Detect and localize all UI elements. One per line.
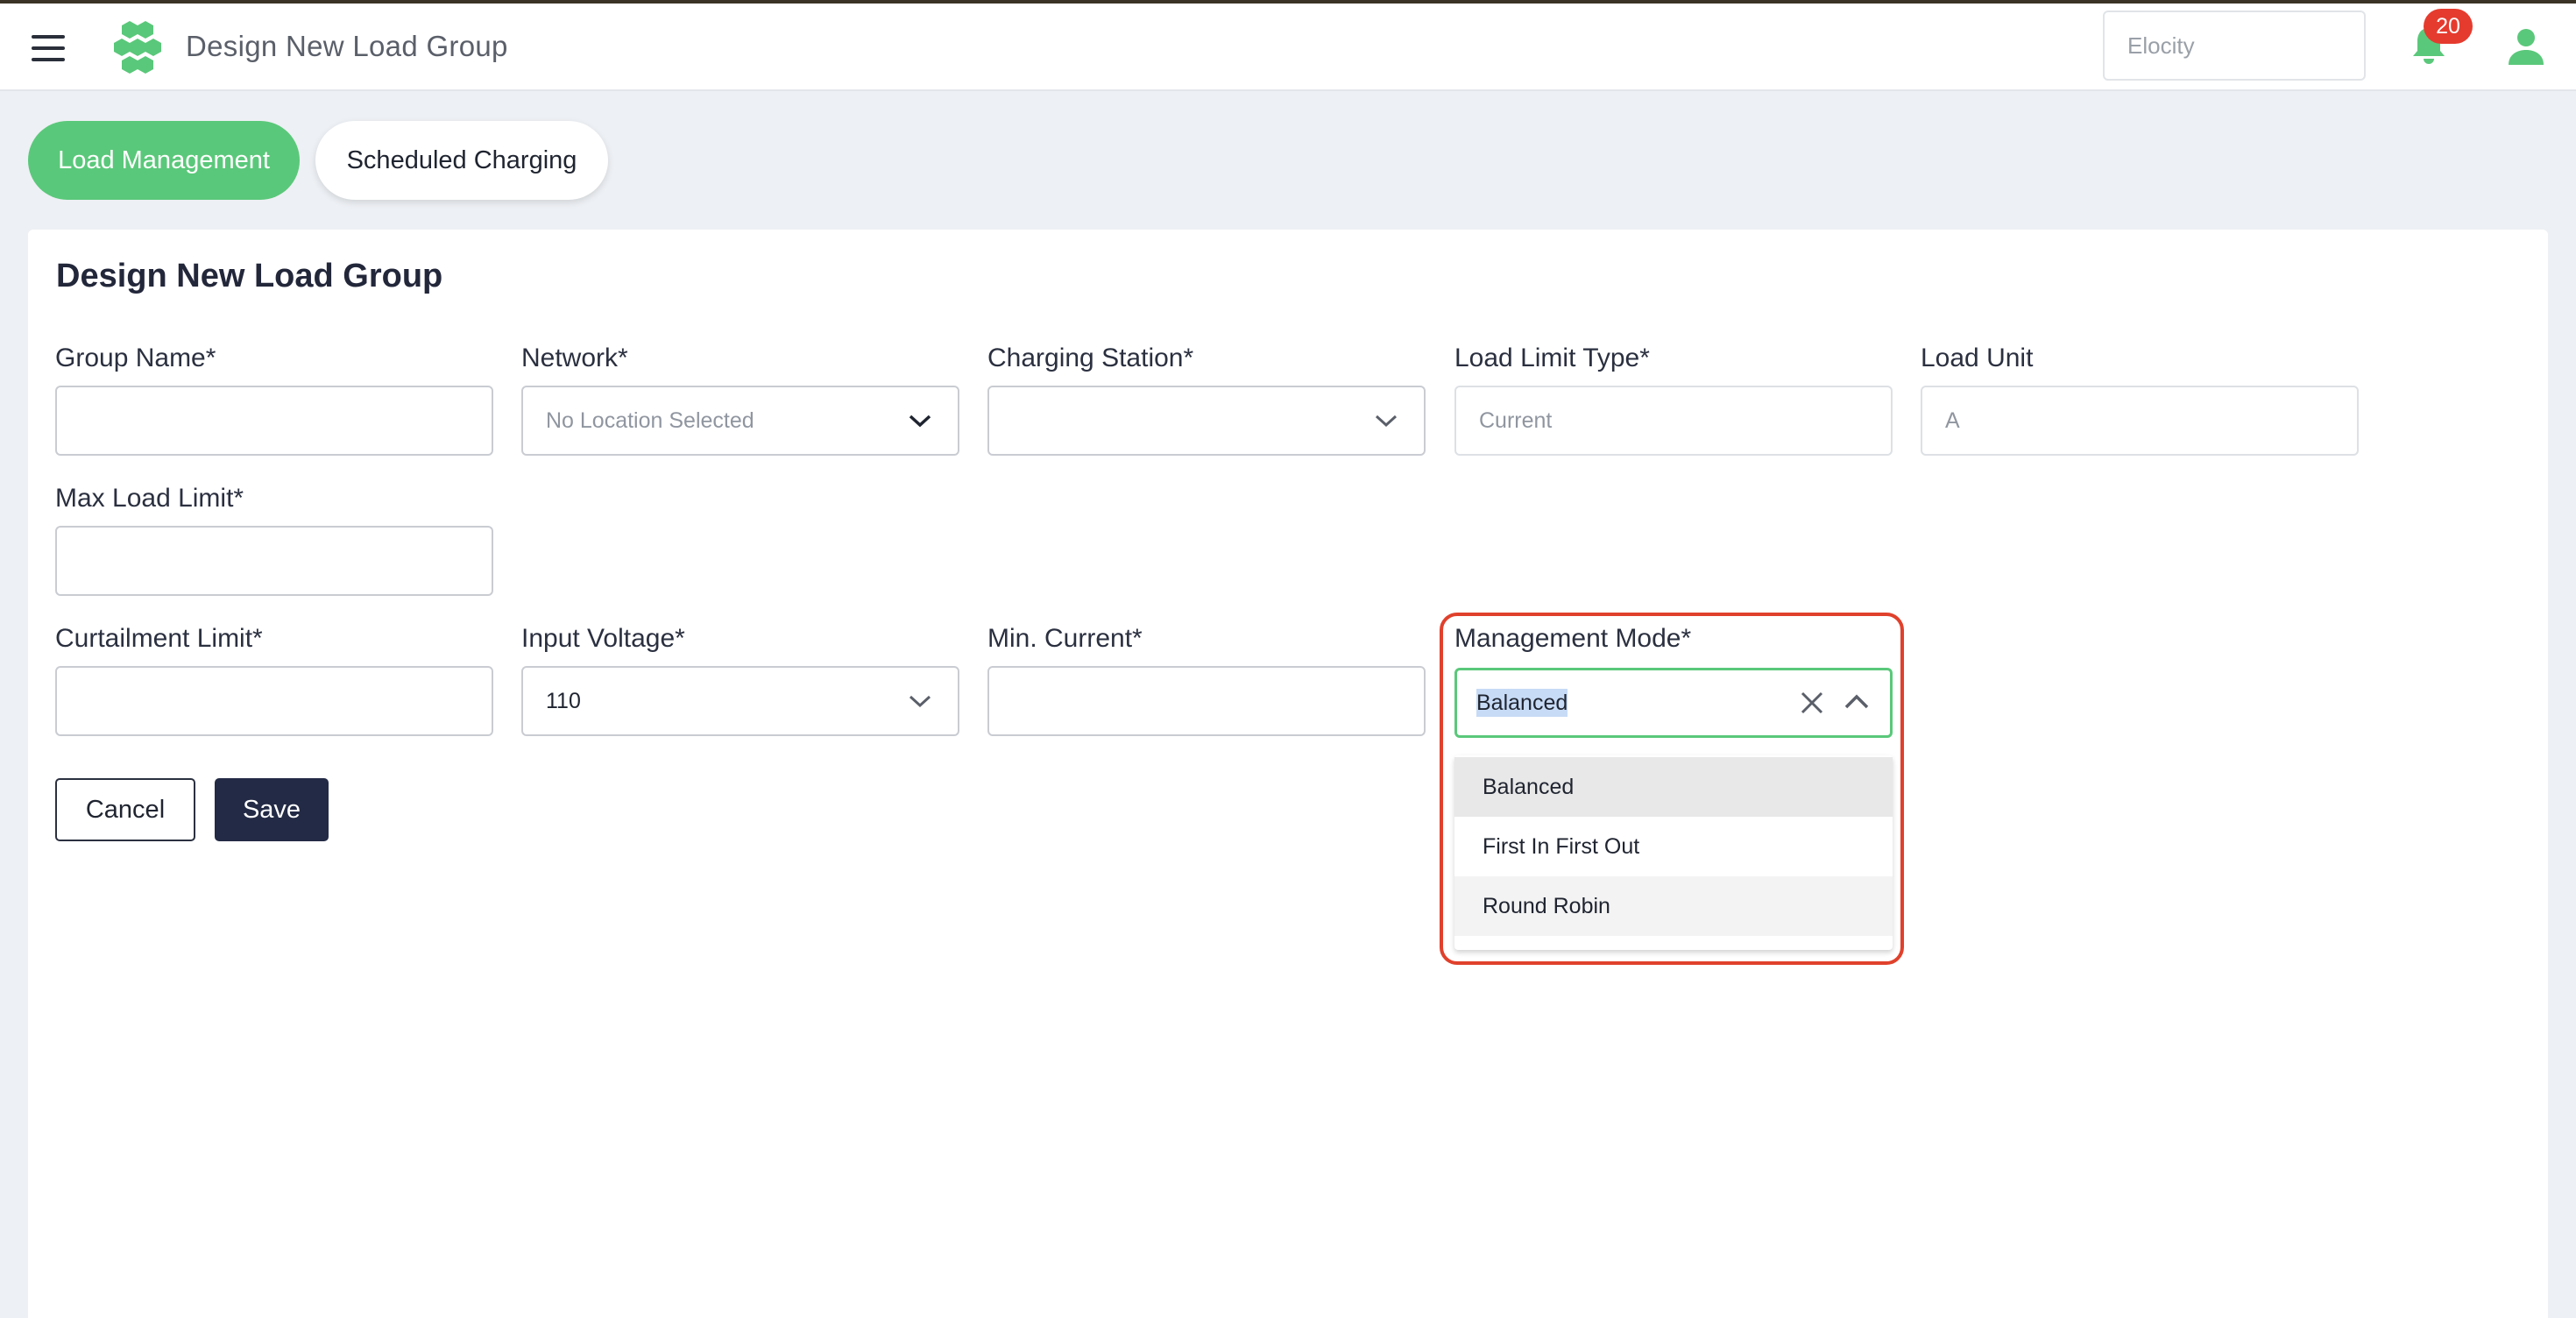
option-round-robin[interactable]: Round Robin (1454, 876, 1893, 936)
input-voltage-value: 110 (546, 689, 581, 713)
management-mode-label: Management Mode* (1454, 624, 1692, 653)
load-limit-type-label: Load Limit Type* (1454, 344, 1650, 372)
chevron-down-icon (909, 415, 931, 428)
page-title: Design New Load Group (56, 258, 443, 294)
load-unit-field: A (1921, 386, 2359, 456)
chevron-up-icon[interactable] (1844, 693, 1869, 711)
management-mode-select[interactable]: Balanced (1454, 668, 1893, 738)
organization-search-input[interactable] (2103, 11, 2366, 81)
logo-icon (114, 21, 161, 74)
charging-station-label: Charging Station* (987, 344, 1194, 372)
min-current-label: Min. Current* (987, 624, 1143, 653)
curtailment-limit-label: Curtailment Limit* (55, 624, 263, 653)
curtailment-limit-input[interactable] (55, 666, 493, 736)
charging-station-select[interactable] (987, 386, 1426, 456)
load-unit-label: Load Unit (1921, 344, 2034, 372)
input-voltage-label: Input Voltage* (521, 624, 685, 653)
user-account-icon[interactable] (2506, 26, 2546, 67)
cancel-button[interactable]: Cancel (55, 778, 195, 841)
network-label: Network* (521, 344, 628, 372)
tab-scheduled-charging[interactable]: Scheduled Charging (315, 121, 608, 200)
network-select[interactable]: No Location Selected (521, 386, 959, 456)
max-load-limit-input[interactable] (55, 526, 493, 596)
load-limit-type-value: Current (1479, 408, 1553, 433)
management-mode-dropdown: Balanced First In First Out Round Robin (1454, 755, 1893, 950)
chevron-down-icon (1375, 415, 1398, 428)
save-button[interactable]: Save (215, 778, 329, 841)
management-mode-value: Balanced (1476, 689, 1568, 717)
input-voltage-select[interactable]: 110 (521, 666, 959, 736)
network-value: No Location Selected (546, 408, 754, 433)
menu-icon[interactable] (32, 35, 65, 61)
clear-icon[interactable] (1799, 690, 1825, 716)
tab-load-management[interactable]: Load Management (28, 121, 300, 200)
group-name-label: Group Name* (55, 344, 216, 372)
min-current-input[interactable] (987, 666, 1426, 736)
load-limit-type-field: Current (1454, 386, 1893, 456)
notification-count-badge: 20 (2424, 9, 2473, 44)
app-title: Design New Load Group (186, 30, 508, 62)
load-unit-value: A (1945, 408, 1960, 433)
option-balanced[interactable]: Balanced (1454, 757, 1893, 817)
chevron-down-icon (909, 695, 931, 708)
option-first-in-first-out[interactable]: First In First Out (1454, 817, 1893, 876)
group-name-input[interactable] (55, 386, 493, 456)
max-load-limit-label: Max Load Limit* (55, 484, 244, 513)
